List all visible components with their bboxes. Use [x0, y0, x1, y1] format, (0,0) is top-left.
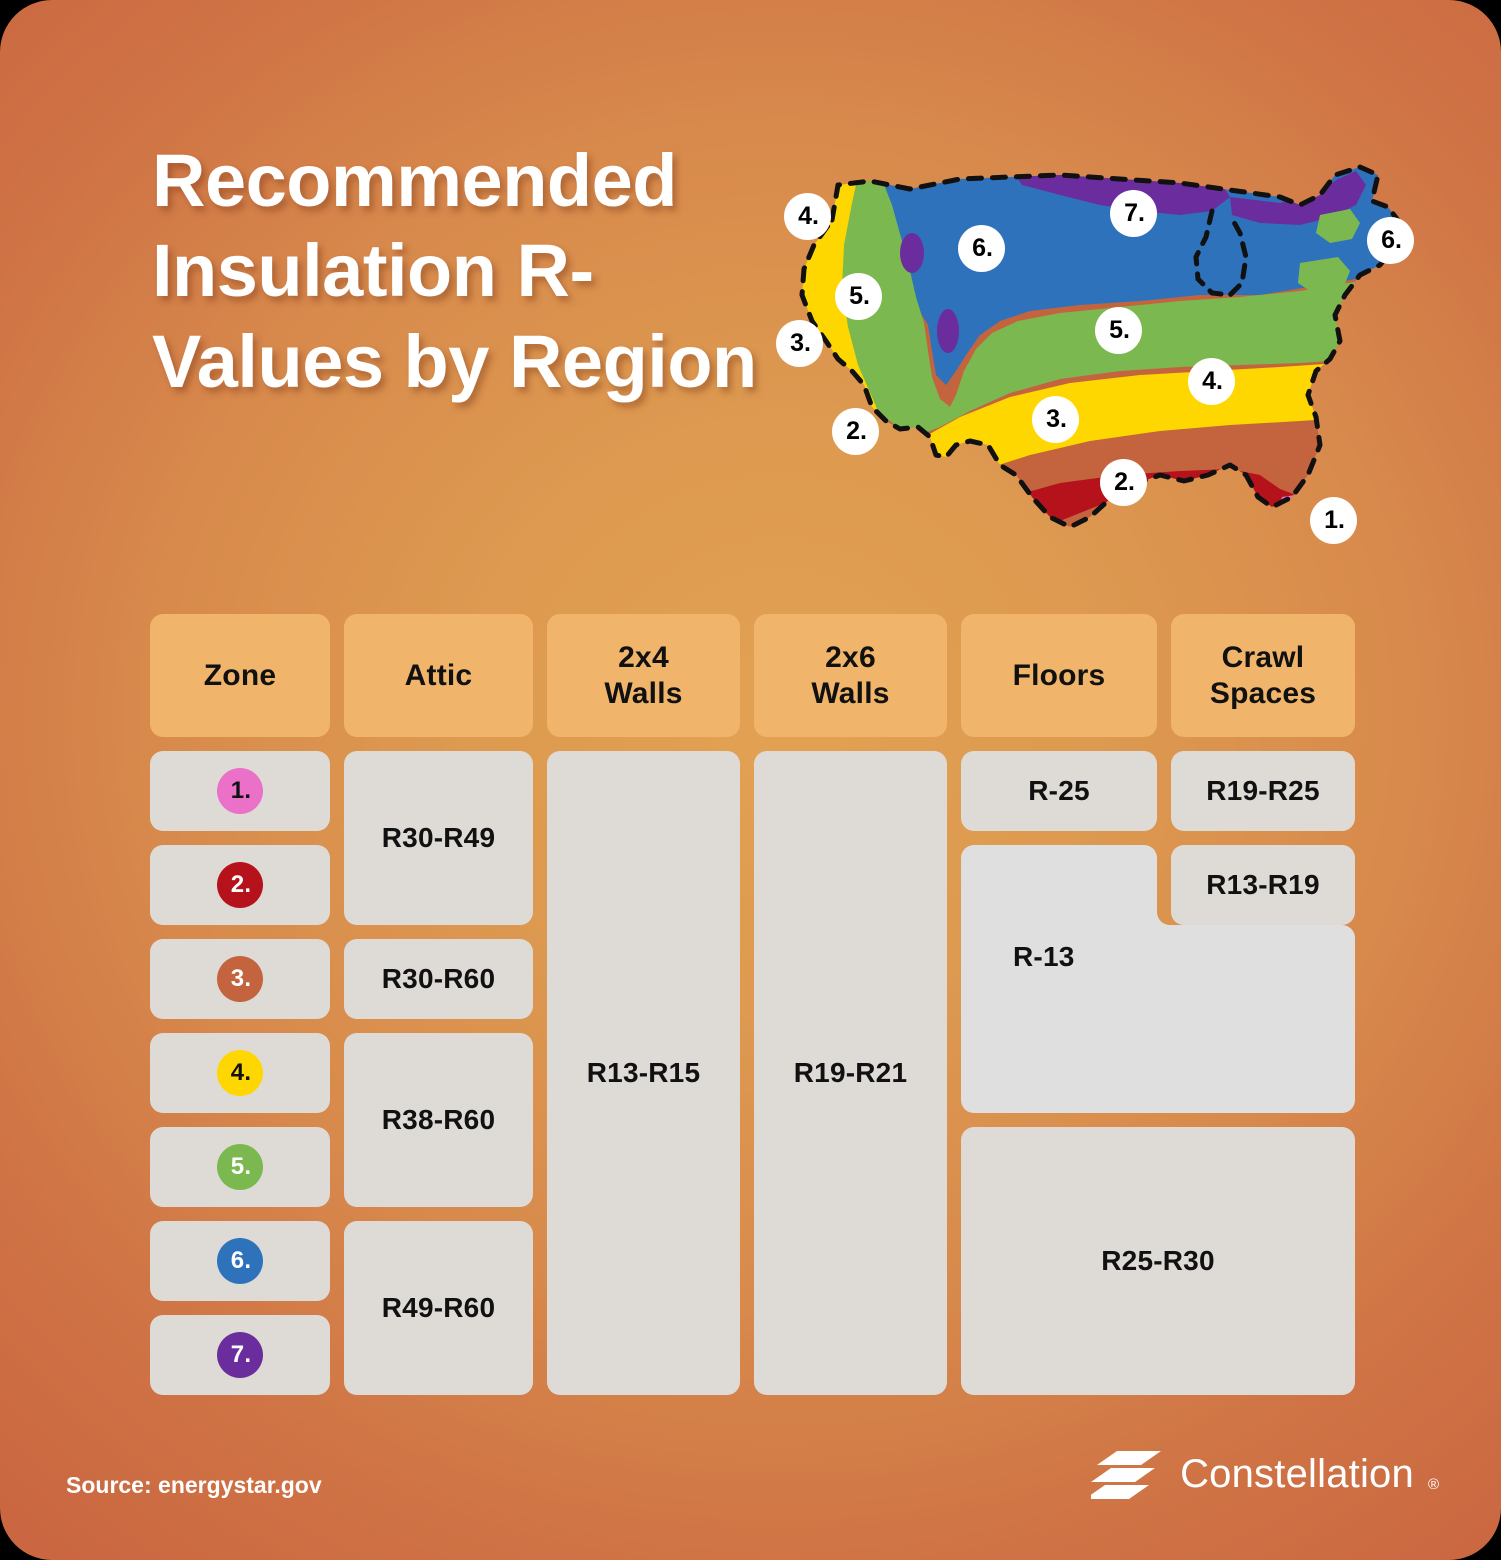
zone-badge-2: 2.: [217, 862, 263, 908]
registered-trademark-icon: ®: [1427, 1476, 1439, 1493]
map-pin-label: 3.: [790, 329, 811, 357]
zone-badge-label: 7.: [230, 1341, 252, 1368]
header-label: 2x4 Walls: [604, 641, 683, 710]
map-pin-label: 6.: [1381, 226, 1402, 254]
zone-badge-4: 4.: [217, 1050, 263, 1096]
map-zone-7-blob-a: [900, 233, 924, 273]
table-header-crawl-spaces: Crawl Spaces: [1171, 614, 1355, 737]
map-pin-label: 7.: [1124, 199, 1145, 227]
l-block-shape: [961, 845, 1355, 1113]
attic-value-zones-1-2: R30-R49: [344, 751, 533, 925]
map-pin: 1.: [1310, 497, 1357, 544]
cell-value: R19-R25: [1206, 775, 1320, 806]
map-pin-label: 6.: [972, 234, 993, 262]
floors-value-zone-1: R-25: [961, 751, 1157, 831]
constellation-mark-icon: [1091, 1451, 1162, 1499]
map-pin: 6.: [958, 225, 1005, 272]
attic-value-zones-4-5: R38-R60: [344, 1033, 533, 1207]
map-pin: 3.: [776, 320, 823, 367]
map-pin-label: 4.: [798, 202, 819, 230]
zone-badge-label: 3.: [230, 965, 252, 992]
infographic-poster: Recommended Insulation R-Values by Regio…: [0, 0, 1501, 1560]
header-label: Attic: [404, 658, 473, 692]
zone-badge-label: 5.: [230, 1153, 252, 1180]
zone-badge-3: 3.: [217, 956, 263, 1002]
map-zone-7-blob-b: [937, 309, 959, 353]
zone-badge-7: 7.: [217, 1332, 263, 1378]
us-climate-zone-map: 4. 7. 6. 6. 5. 3. 5. 4. 2. 3. 2. 1.: [760, 145, 1420, 565]
constellation-logo: Constellation ®: [1091, 1448, 1439, 1500]
crawl-spaces-value-zone-1: R19-R25: [1171, 751, 1355, 831]
zone-badge-label: 6.: [230, 1247, 252, 1274]
floors-crawl-value-r25-r30: R25-R30: [961, 1127, 1355, 1395]
cell-value: R38-R60: [381, 1104, 496, 1135]
table-row-zone-5: 5.: [150, 1127, 330, 1207]
table-row-zone-2: 2.: [150, 845, 330, 925]
page-title: Recommended Insulation R-Values by Regio…: [152, 139, 757, 403]
map-pin-label: 5.: [849, 282, 870, 310]
zone-badge-label: 1.: [230, 777, 252, 804]
map-pin-label: 3.: [1046, 405, 1067, 433]
cell-value: R19-R21: [793, 1057, 908, 1088]
cell-value: R-25: [1028, 775, 1090, 806]
table-row-zone-1: 1.: [150, 751, 330, 831]
header-label: Floors: [1012, 658, 1106, 692]
map-pin: 5.: [1095, 307, 1142, 354]
zone-badge-label: 2.: [230, 871, 252, 898]
table-row-zone-4: 4.: [150, 1033, 330, 1113]
map-pin-label: 5.: [1109, 316, 1130, 344]
r-value-table: Zone Attic 2x4 Walls 2x6 Walls Floors Craw…: [150, 614, 1355, 1396]
table-row-zone-3: 3.: [150, 939, 330, 1019]
map-pin: 5.: [835, 273, 882, 320]
floors-crawl-value-r13-lblock: R-13: [961, 845, 1355, 1113]
cell-value: R30-R49: [381, 822, 496, 853]
map-pin: 3.: [1032, 396, 1079, 443]
header-label: 2x6 Walls: [811, 641, 890, 710]
map-pin: 7.: [1110, 190, 1157, 237]
map-pin-label: 2.: [846, 417, 867, 445]
cell-value: R13-R15: [586, 1057, 701, 1088]
source-attribution: Source: energystar.gov: [66, 1472, 322, 1498]
walls-2x6-value-all-zones: R19-R21: [754, 751, 947, 1395]
header-label: Crawl Spaces: [1209, 641, 1317, 710]
cell-value: R25-R30: [1101, 1245, 1215, 1276]
logo-wordmark: Constellation: [1180, 1451, 1414, 1496]
table-row-zone-6: 6.: [150, 1221, 330, 1301]
header-label: Zone: [203, 658, 277, 692]
map-pin: 2.: [1100, 459, 1147, 506]
attic-value-zones-6-7: R49-R60: [344, 1221, 533, 1395]
attic-value-zone-3: R30-R60: [344, 939, 533, 1019]
zone-badge-6: 6.: [217, 1238, 263, 1284]
table-header-floors: Floors: [961, 614, 1157, 737]
cell-value: R-13: [1013, 941, 1075, 972]
table-row-zone-7: 7.: [150, 1315, 330, 1395]
table-header-attic: Attic: [344, 614, 533, 737]
table-header-2x6-walls: 2x6 Walls: [754, 614, 947, 737]
zone-badge-5: 5.: [217, 1144, 263, 1190]
table-header-2x4-walls: 2x4 Walls: [547, 614, 740, 737]
cell-value: R49-R60: [381, 1292, 496, 1323]
map-pin-label: 1.: [1324, 506, 1345, 534]
map-pin-label: 4.: [1202, 367, 1223, 395]
map-pin-label: 2.: [1114, 468, 1135, 496]
cell-value: R30-R60: [381, 963, 496, 994]
table-header-zone: Zone: [150, 614, 330, 737]
map-pin: 4.: [1188, 358, 1235, 405]
walls-2x4-value-all-zones: R13-R15: [547, 751, 740, 1395]
map-pin: 2.: [832, 408, 879, 455]
zone-badge-1: 1.: [217, 768, 263, 814]
map-pin: 4.: [784, 193, 831, 240]
map-pin: 6.: [1367, 217, 1414, 264]
zone-badge-label: 4.: [230, 1059, 252, 1086]
